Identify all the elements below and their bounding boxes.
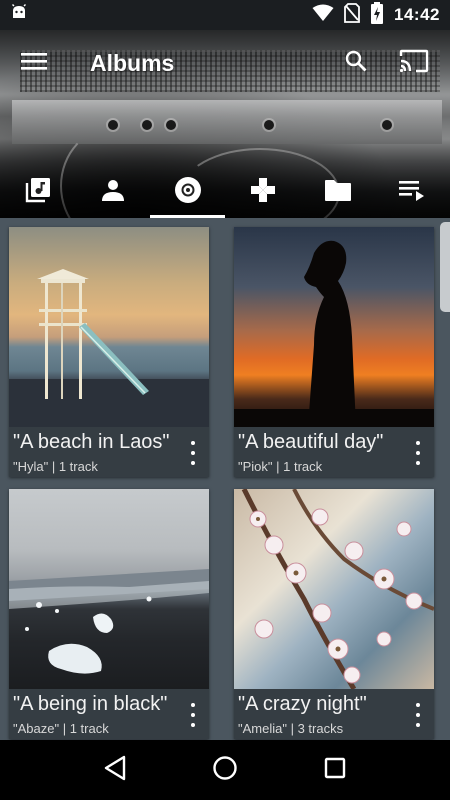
back-icon <box>103 755 127 786</box>
more-options-button[interactable] <box>185 703 201 727</box>
tab-folders[interactable] <box>300 166 375 218</box>
albums-grid[interactable]: "A beach in Laos" "Hyla" | 1 track "A be… <box>0 218 450 740</box>
album-info: "A beautiful day" "Piok" | 1 track <box>234 427 434 477</box>
album-title: "A beach in Laos" <box>13 431 170 453</box>
album-card[interactable]: "A beautiful day" "Piok" | 1 track <box>234 227 434 477</box>
folder-icon <box>324 178 352 207</box>
album-card[interactable]: "A being in black" "Abaze" | 1 track <box>9 489 209 739</box>
album-subtitle: "Piok" | 1 track <box>238 459 323 474</box>
page-title: Albums <box>90 49 175 76</box>
status-bar: 14:42 <box>0 0 450 30</box>
clock: 14:42 <box>394 5 440 24</box>
album-title: "A being in black" <box>13 693 168 715</box>
hamburger-menu-icon <box>21 51 47 76</box>
album-info: "A beach in Laos" "Hyla" | 1 track <box>9 427 209 477</box>
cast-button[interactable] <box>392 41 436 85</box>
recents-button[interactable] <box>310 745 360 795</box>
more-options-button[interactable] <box>410 441 426 465</box>
wifi-icon <box>312 4 334 27</box>
person-icon <box>101 178 125 207</box>
album-art <box>9 489 209 689</box>
album-disc-icon <box>174 176 202 209</box>
playlist-icon <box>398 179 427 206</box>
tab-artists[interactable] <box>75 166 150 218</box>
home-button[interactable] <box>200 745 250 795</box>
album-card[interactable]: "A beach in Laos" "Hyla" | 1 track <box>9 227 209 477</box>
back-button[interactable] <box>90 745 140 795</box>
more-vert-icon <box>416 703 420 707</box>
toolbar: Albums <box>0 30 450 96</box>
search-button[interactable] <box>334 41 378 85</box>
album-title: "A crazy night" <box>238 693 367 715</box>
hamburger-menu-button[interactable] <box>14 43 54 83</box>
album-art <box>234 489 434 689</box>
more-vert-icon <box>191 441 195 445</box>
scrollbar-thumb[interactable] <box>440 222 450 312</box>
album-subtitle: "Amelia" | 3 tracks <box>238 721 344 736</box>
more-options-button[interactable] <box>410 703 426 727</box>
tab-albums[interactable] <box>150 166 225 218</box>
album-info: "A being in black" "Abaze" | 1 track <box>9 689 209 739</box>
home-icon <box>212 755 238 786</box>
music-library-icon <box>25 177 51 208</box>
no-sim-icon <box>344 2 360 28</box>
header: Albums <box>0 30 450 218</box>
cast-icon <box>399 49 429 78</box>
tab-genres[interactable] <box>225 166 300 218</box>
more-vert-icon <box>191 703 195 707</box>
android-notification-icon <box>10 3 28 27</box>
album-art <box>9 227 209 427</box>
album-subtitle: "Abaze" | 1 track <box>13 721 109 736</box>
more-options-button[interactable] <box>185 441 201 465</box>
battery-charging-icon <box>370 1 384 29</box>
category-tabs <box>0 166 450 218</box>
system-nav-bar <box>0 740 450 800</box>
search-icon <box>344 49 368 78</box>
album-art <box>234 227 434 427</box>
album-subtitle: "Hyla" | 1 track <box>13 459 98 474</box>
album-info: "A crazy night" "Amelia" | 3 tracks <box>234 689 434 739</box>
tab-library[interactable] <box>0 166 75 218</box>
album-title: "A beautiful day" <box>238 431 384 453</box>
more-vert-icon <box>416 441 420 445</box>
album-card[interactable]: "A crazy night" "Amelia" | 3 tracks <box>234 489 434 739</box>
tab-playlists[interactable] <box>375 166 450 218</box>
recents-icon <box>323 756 347 785</box>
genres-icon <box>249 176 277 209</box>
